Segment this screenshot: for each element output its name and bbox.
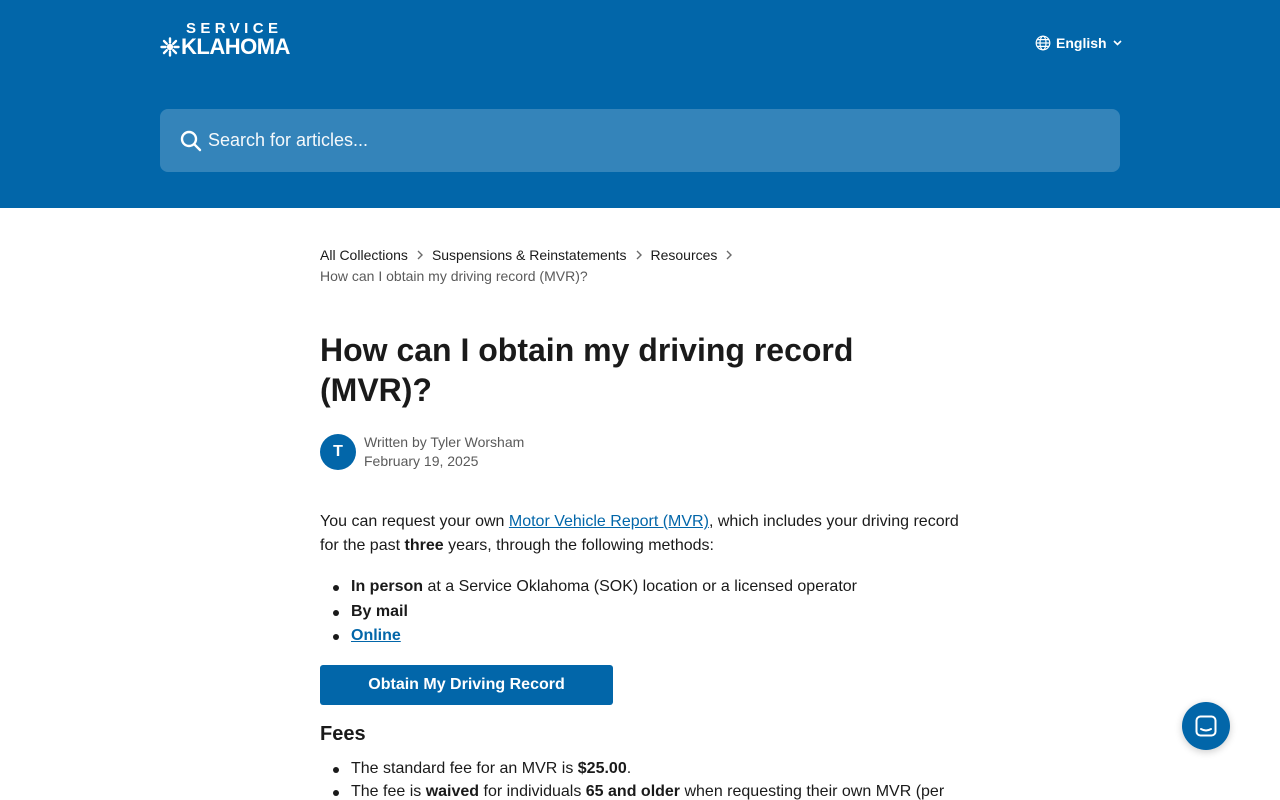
- list-item: Online: [320, 624, 970, 649]
- breadcrumb-current: How can I obtain my driving record (MVR)…: [320, 268, 588, 284]
- list-item: In person at a Service Oklahoma (SOK) lo…: [320, 575, 970, 600]
- article-date: February 19, 2025: [364, 453, 479, 469]
- site-header: SERVICE KLAHOMA English Search for artic…: [0, 0, 1280, 208]
- author-info: T Written by Tyler Worsham February 19, …: [320, 433, 524, 471]
- article-body: You can request your own Motor Vehicle R…: [320, 510, 970, 800]
- chat-launcher-button[interactable]: [1182, 702, 1230, 750]
- language-label: English: [1056, 35, 1107, 51]
- author-line: Written by Tyler Worsham: [364, 434, 525, 450]
- methods-list: In person at a Service Oklahoma (SOK) lo…: [320, 575, 970, 649]
- online-link[interactable]: Online: [351, 627, 401, 644]
- list-item: The standard fee for an MVR is $25.00.: [320, 757, 970, 780]
- mvr-link[interactable]: Motor Vehicle Report (MVR): [509, 513, 709, 530]
- obtain-driving-record-button[interactable]: Obtain My Driving Record: [320, 664, 613, 705]
- logo-star-icon: [160, 37, 180, 57]
- breadcrumb-suspensions[interactable]: Suspensions & Reinstatements: [432, 247, 627, 263]
- globe-icon: [1035, 35, 1051, 51]
- list-item: The fee is waived for individuals 65 and…: [320, 780, 970, 800]
- intro-paragraph: You can request your own Motor Vehicle R…: [320, 513, 959, 554]
- chat-icon: [1195, 715, 1217, 737]
- chevron-right-icon: [717, 250, 741, 260]
- search-input[interactable]: [208, 109, 1088, 172]
- service-oklahoma-logo[interactable]: SERVICE KLAHOMA: [160, 21, 306, 62]
- breadcrumb-all-collections[interactable]: All Collections: [320, 247, 408, 263]
- fees-list: The standard fee for an MVR is $25.00. T…: [320, 757, 970, 800]
- list-item: By mail: [320, 600, 970, 625]
- language-selector[interactable]: English: [1035, 33, 1122, 53]
- search-bar[interactable]: [160, 109, 1120, 172]
- fees-heading: Fees: [320, 722, 366, 745]
- logo-oklahoma-text: KLAHOMA: [181, 34, 290, 59]
- avatar: T: [320, 434, 356, 470]
- chevron-down-icon: [1112, 40, 1122, 46]
- breadcrumb: All Collections Suspensions & Reinstatem…: [320, 246, 741, 284]
- chevron-right-icon: [408, 250, 432, 260]
- breadcrumb-resources[interactable]: Resources: [651, 247, 718, 263]
- article-title: How can I obtain my driving record (MVR)…: [320, 332, 854, 408]
- search-icon: [180, 130, 202, 152]
- chevron-right-icon: [627, 250, 651, 260]
